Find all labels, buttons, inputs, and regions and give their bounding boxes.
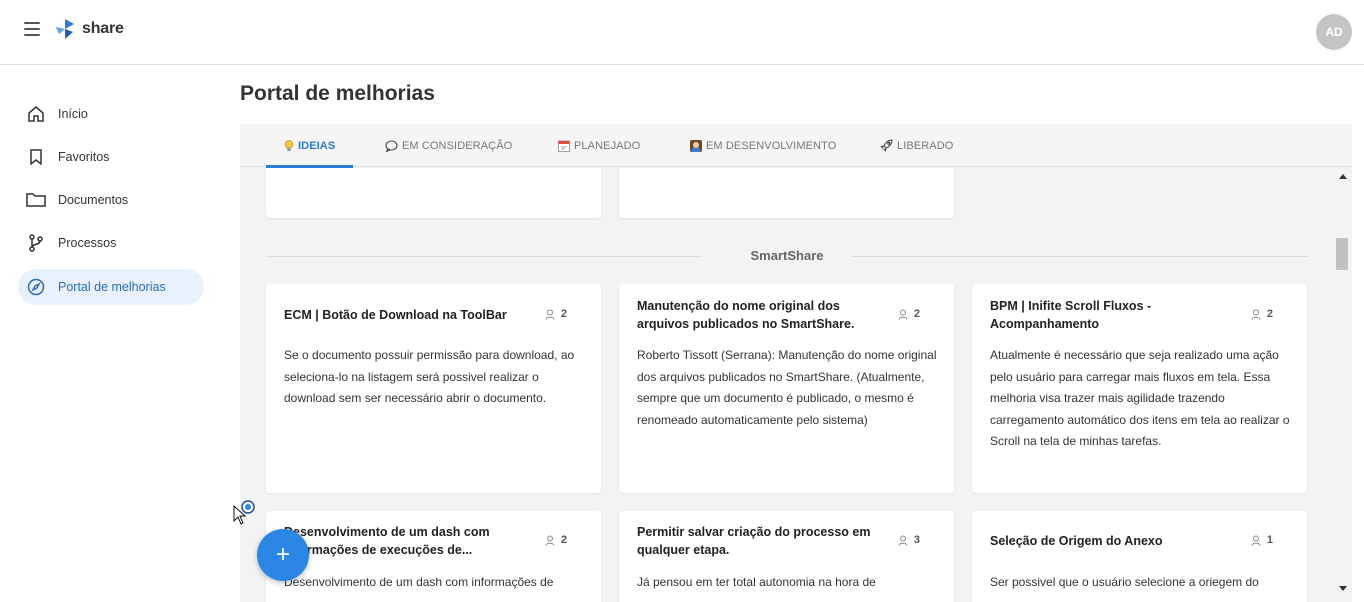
card-title: ECM | Botão de Download na ToolBar [284,308,507,322]
sidebar-item-label: Início [58,107,88,121]
idea-card[interactable]: Permitir salvar criação do processo em q… [619,511,954,602]
card-description: Se o documento possuir permissão para do… [284,348,575,406]
vote-count[interactable]: 3 [898,534,920,546]
sidebar: Início Favoritos Documentos Processos Po… [0,66,222,602]
user-icon [545,309,555,320]
menu-icon[interactable] [24,22,40,38]
sidebar-item-favoritos[interactable]: Favoritos [18,139,204,175]
ideas-list: SmartShare ECM | Botão de Download na To… [240,168,1336,602]
card-description: Desenvolvimento de um dash com informaçõ… [284,575,554,589]
vote-count[interactable]: 2 [1251,308,1273,320]
mouse-cursor-icon [233,499,259,532]
vote-count[interactable]: 2 [898,308,920,320]
sidebar-item-label: Favoritos [58,150,110,164]
user-icon [545,535,555,546]
card-title: Permitir salvar criação do processo em q… [637,525,871,557]
sidebar-item-documentos[interactable]: Documentos [18,182,204,218]
bookmark-icon [26,147,46,167]
logo-mark-icon [56,19,74,39]
vote-number: 1 [1266,534,1273,546]
vote-count[interactable]: 2 [545,308,567,320]
developer-icon [690,139,702,152]
card-description: Ser possivel que o usuário selecione a o… [990,575,1259,589]
user-icon [1251,309,1261,320]
tab-em-desenvolvimento[interactable]: EM DESENVOLVIMENTO [690,124,836,167]
tab-label: LIBERADO [897,139,954,152]
calendar-icon [558,140,570,152]
vote-count[interactable]: 1 [1251,534,1273,546]
vote-number: 2 [560,308,567,320]
scroll-up-icon[interactable] [1339,174,1347,179]
vote-number: 2 [913,308,920,320]
card-title: BPM | Inifite Scroll Fluxos - Acompanham… [990,299,1152,331]
sidebar-item-inicio[interactable]: Início [18,96,204,132]
tab-label: PLANEJADO [574,139,641,152]
plus-icon: + [275,541,290,568]
card-title: Seleção de Origem do Anexo [990,534,1163,548]
user-icon [898,309,908,320]
avatar[interactable]: AD [1316,14,1352,50]
sidebar-item-label: Processos [58,236,117,250]
user-icon [1251,535,1261,546]
sidebar-item-processos[interactable]: Processos [18,225,204,261]
idea-card[interactable]: Desenvolvimento de um dash com informaçõ… [266,511,601,602]
vote-count[interactable]: 2 [545,534,567,546]
tab-ideias[interactable]: IDEIAS [266,124,354,168]
vote-number: 2 [560,534,567,546]
tab-liberado[interactable]: LIBERADO [880,124,953,167]
card-title: Desenvolvimento de um dash com informaçõ… [284,525,490,557]
page-title: Portal de melhorias [240,82,435,105]
branch-icon [26,233,46,253]
compass-icon [26,277,46,297]
home-icon [26,104,46,124]
card-description: Atualmente é necessário que seja realiza… [990,348,1290,449]
sidebar-item-label: Documentos [58,193,129,207]
sidebar-item-label: Portal de melhorias [58,280,166,294]
card-description: Já pensou em ter total autonomia na hora… [637,575,876,589]
scrollbar-thumb[interactable] [1336,238,1348,270]
tab-label: EM DESENVOLVIMENTO [706,139,837,152]
sidebar-item-portal-de-melhorias[interactable]: Portal de melhorias [18,269,204,305]
section-title: SmartShare [750,248,824,263]
tab-label: IDEIAS [298,139,336,152]
app-logo[interactable]: share [54,18,124,40]
idea-card[interactable]: ECM | Botão de Download na ToolBar 2 Se … [266,284,601,493]
card-title: Manutenção do nome original dos arquivos… [637,299,855,331]
idea-card[interactable]: Seleção de Origem do Anexo 1 Ser possive… [972,511,1307,602]
idea-card[interactable]: Manutenção do nome original dos arquivos… [619,284,954,493]
tab-planejado[interactable]: PLANEJADO [558,124,640,167]
top-bar: share AD [0,0,1364,65]
idea-card[interactable]: BPM | Inifite Scroll Fluxos - Acompanham… [972,284,1307,493]
folder-icon [26,190,46,210]
user-icon [898,535,908,546]
logo-text: share [82,20,124,37]
vertical-scrollbar[interactable] [1336,168,1352,602]
tab-label: EM CONSIDERAÇÃO [402,139,513,152]
lightbulb-icon [284,139,294,152]
add-idea-button[interactable]: + [257,529,309,581]
rocket-icon [880,139,893,152]
vote-number: 3 [913,534,920,546]
idea-card[interactable] [619,168,954,218]
ideas-panel: IDEIAS EM CONSIDERAÇÃO PLANEJADO EM DESE… [240,124,1352,602]
speech-bubble-icon [385,139,398,152]
tab-em-consideracao[interactable]: EM CONSIDERAÇÃO [385,124,512,167]
section-divider: SmartShare [266,246,1308,266]
vote-number: 2 [1266,308,1273,320]
idea-card[interactable] [266,168,601,218]
scroll-down-icon[interactable] [1339,586,1347,591]
card-description: Roberto Tissott (Serrana): Manutenção do… [637,348,937,427]
tab-bar: IDEIAS EM CONSIDERAÇÃO PLANEJADO EM DESE… [240,124,1352,168]
